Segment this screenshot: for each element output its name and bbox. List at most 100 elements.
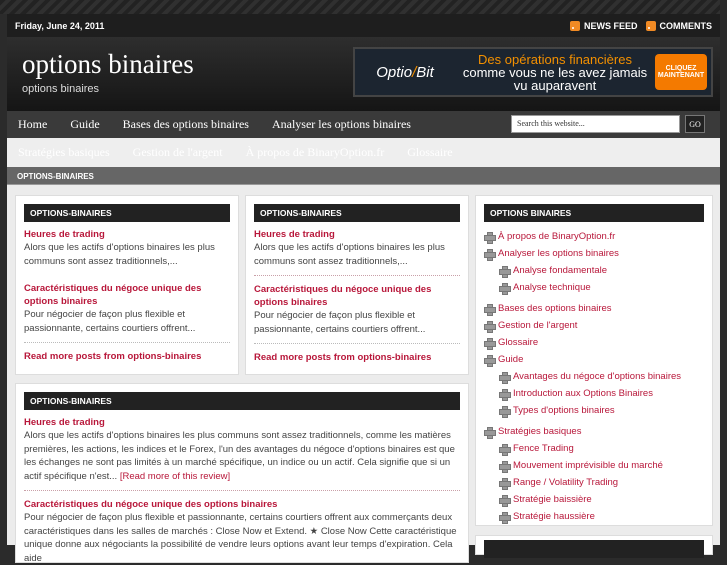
sidebar-link[interactable]: À propos de BinaryOption.fr [484, 228, 704, 245]
nav-bases[interactable]: Bases des options binaires [123, 117, 249, 132]
plus-icon [499, 477, 511, 490]
sidebar-link-label: Avantages du négoce d'options binaires [513, 371, 682, 382]
plus-icon [499, 443, 511, 456]
post-title-link[interactable]: Heures de trading [254, 228, 460, 241]
post-title-link[interactable]: Heures de trading [24, 416, 460, 429]
search-input[interactable]: Search this website... [511, 115, 680, 133]
site-tagline: options binaires [22, 83, 100, 95]
right-edge [720, 0, 727, 545]
subnav-strategies[interactable]: Stratégies basiques [18, 145, 110, 160]
box-heading: OPTIONS-BINAIRES [24, 392, 460, 410]
sidebar-heading: OPTIONS BINAIRES [484, 204, 704, 222]
subnav-apropos[interactable]: À propos de BinaryOption.fr [246, 145, 385, 160]
post-excerpt: Pour négocier de façon plus flexible et … [24, 309, 196, 334]
rss-icon [645, 20, 656, 31]
plus-icon [499, 265, 511, 278]
read-more-review-link[interactable]: [Read more of this review] [120, 471, 230, 482]
plus-icon [484, 231, 496, 244]
search-go-button[interactable]: GO [685, 115, 705, 133]
sidebar-link-label: Analyser les options binaires [498, 248, 619, 259]
nav-analyser[interactable]: Analyser les options binaires [272, 117, 411, 132]
sidebar-link-label: Stratégies basiques [498, 426, 582, 437]
ad-banner[interactable]: Optio/Bit Des opérations financières comm… [353, 47, 713, 97]
top-bar: Friday, June 24, 2011 NEWS FEED COMMENTS [7, 14, 720, 37]
plus-icon [499, 405, 511, 418]
sidebar-link[interactable]: Mouvement imprévisible du marché [484, 457, 704, 474]
post-excerpt: Pour négocier de façon plus flexible et … [24, 512, 457, 564]
sidebar-link-label: Mouvement imprévisible du marché [513, 460, 663, 471]
nav-home[interactable]: Home [18, 117, 47, 132]
news-feed-label: NEWS FEED [583, 20, 638, 31]
plus-icon [499, 494, 511, 507]
post-title-link[interactable]: Caractéristiques du négoce unique des op… [24, 282, 230, 308]
sidebar-link[interactable]: Stratégies basiques [484, 423, 704, 440]
ad-text: Des opérations financières comme vous ne … [462, 51, 648, 93]
category-box-wide: OPTIONS-BINAIRES Heures de trading Alors… [15, 383, 469, 564]
sidebar-link-label: À propos de BinaryOption.fr [498, 231, 616, 242]
divider [254, 343, 460, 344]
nav-guide[interactable]: Guide [70, 117, 99, 132]
sidebar-link[interactable]: Introduction aux Options Binaires [484, 385, 704, 402]
subnav-glossaire[interactable]: Glossaire [407, 145, 452, 160]
sidebar-link[interactable]: Analyse technique [484, 279, 704, 296]
sidebar-link[interactable]: Analyse fondamentale [484, 262, 704, 279]
plus-icon [499, 282, 511, 295]
sidebar-heading [484, 540, 704, 558]
sidebar-link[interactable]: Stratégie haussière [484, 508, 704, 525]
divider [254, 275, 460, 276]
box-heading: OPTIONS-BINAIRES [254, 204, 460, 222]
plus-icon [484, 248, 496, 261]
read-more-link[interactable]: Read more posts from options-binaires [254, 351, 460, 364]
plus-icon [499, 388, 511, 401]
sidebar-link[interactable]: Guide [484, 351, 704, 368]
sidebar-link[interactable]: Stratégie baissière [484, 491, 704, 508]
sidebar-link-label: Fence Trading [513, 443, 574, 454]
sub-nav: Stratégies basiques Gestion de l'argent … [7, 138, 720, 167]
divider [24, 490, 460, 491]
comments-label: COMMENTS [659, 20, 713, 31]
category-box: OPTIONS-BINAIRES Heures de trading Alors… [245, 195, 469, 375]
header: options binaires options binaires Optio/… [7, 37, 720, 111]
date: Friday, June 24, 2011 [15, 20, 105, 31]
plus-icon [484, 337, 496, 350]
post-title-link[interactable]: Caractéristiques du négoce unique des op… [254, 283, 460, 309]
subnav-gestion[interactable]: Gestion de l'argent [133, 145, 223, 160]
plus-icon [484, 354, 496, 367]
sidebar-link[interactable]: Types d'options binaires [484, 402, 704, 419]
read-more-link[interactable]: Read more posts from options-binaires [24, 350, 230, 363]
sidebar-link-label: Types d'options binaires [513, 405, 615, 416]
post-excerpt: Pour négocier de façon plus flexible et … [254, 310, 426, 335]
sidebar-link-label: Analyse fondamentale [513, 265, 608, 276]
sidebar-link-label: Stratégie baissière [513, 494, 592, 505]
post-title-link[interactable]: Caractéristiques du négoce unique des op… [24, 498, 460, 511]
ad-cta-button[interactable]: CLIQUEZ MAINTENANT [655, 54, 707, 90]
sidebar-link-label: Gestion de l'argent [498, 320, 578, 331]
comments-feed-link[interactable]: COMMENTS [645, 20, 713, 31]
sidebar-link[interactable]: Range / Volatility Trading [484, 474, 704, 491]
plus-icon [499, 460, 511, 473]
sidebar-link[interactable]: Glossaire [484, 334, 704, 351]
post-excerpt: Alors que les actifs d'options binaires … [24, 430, 455, 482]
plus-icon [499, 511, 511, 524]
news-feed-link[interactable]: NEWS FEED [569, 20, 638, 31]
sidebar-link[interactable]: Gestion de l'argent [484, 317, 704, 334]
ad-logo: Optio/Bit [376, 63, 434, 81]
post-excerpt: Alors que les actifs d'options binaires … [24, 242, 215, 267]
sidebar-link[interactable]: Avantages du négoce d'options binaires [484, 368, 704, 385]
sidebar-widget [475, 535, 713, 558]
post-title-link[interactable]: Heures de trading [24, 228, 230, 241]
rss-icon [569, 20, 580, 31]
breadcrumb: OPTIONS-BINAIRES [7, 167, 720, 185]
sidebar-link-label: Stratégie haussière [513, 511, 595, 522]
sidebar-link-label: Bases des options binaires [498, 303, 612, 314]
sidebar-link[interactable]: Analyser les options binaires [484, 245, 704, 262]
sidebar-link[interactable]: Bases des options binaires [484, 300, 704, 317]
site-title[interactable]: options binaires [22, 49, 194, 80]
sidebar-link[interactable]: Fence Trading [484, 440, 704, 457]
main-nav: Home Guide Bases des options binaires An… [7, 111, 720, 138]
plus-icon [499, 371, 511, 384]
background-texture [0, 0, 727, 14]
plus-icon [484, 303, 496, 316]
sidebar-link-label: Range / Volatility Trading [513, 477, 619, 488]
sidebar-list: À propos de BinaryOption.fr Analyser les … [484, 228, 704, 525]
